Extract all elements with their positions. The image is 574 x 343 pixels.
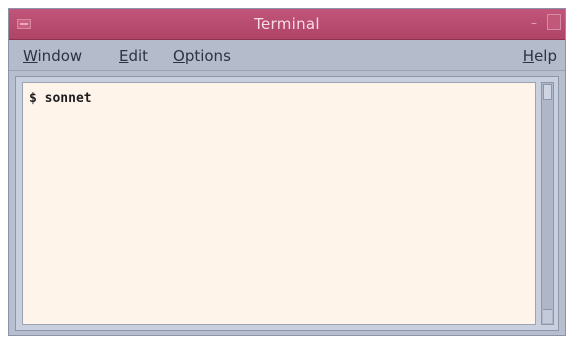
menu-window[interactable]: Window: [23, 47, 82, 65]
terminal-window: Terminal – Window Edit Options Help $ so…: [8, 8, 566, 336]
terminal-frame: $ sonnet: [15, 76, 559, 331]
menu-options-label: ptions: [184, 47, 231, 65]
terminal-output-area[interactable]: $ sonnet: [22, 82, 536, 325]
scrollbar-thumb[interactable]: [543, 84, 552, 100]
minimize-icon[interactable]: –: [527, 15, 541, 31]
terminal-line: $ sonnet: [29, 91, 92, 106]
menu-window-mnemonic: W: [23, 47, 38, 65]
menu-edit-label: dit: [128, 47, 149, 65]
menu-window-label: indow: [37, 47, 83, 65]
maximize-icon[interactable]: [547, 14, 561, 30]
menu-options[interactable]: Options: [173, 47, 231, 65]
scrollbar-bottom-arrow[interactable]: [543, 309, 552, 323]
menu-help-mnemonic: H: [522, 47, 535, 65]
menu-bar: Window Edit Options Help: [9, 40, 565, 71]
menu-help[interactable]: Help: [523, 47, 557, 65]
vertical-scrollbar[interactable]: [541, 82, 554, 325]
title-bar[interactable]: Terminal –: [9, 9, 565, 40]
menu-options-mnemonic: O: [173, 47, 185, 65]
menu-help-label: elp: [534, 47, 557, 65]
menu-edit[interactable]: Edit: [119, 47, 148, 65]
window-title: Terminal: [254, 15, 320, 33]
